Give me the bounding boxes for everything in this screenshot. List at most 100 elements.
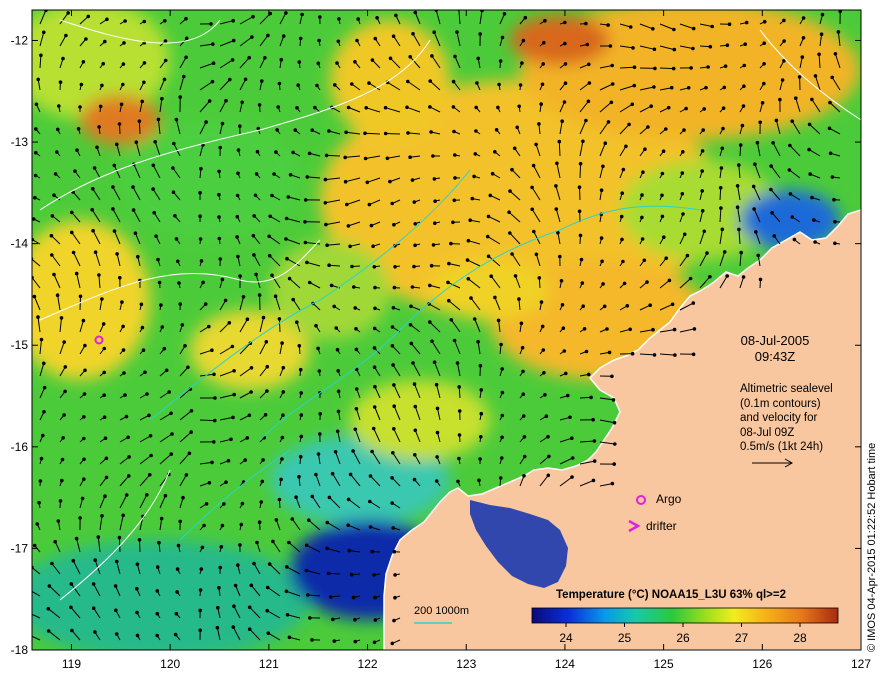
velocity-arrowhead <box>390 641 395 646</box>
velocity-arrowhead <box>507 210 511 214</box>
velocity-arrowhead <box>245 317 250 322</box>
velocity-arrowhead <box>178 302 183 306</box>
velocity-arrowhead <box>218 257 223 261</box>
velocity-arrowhead <box>373 384 377 389</box>
velocity-arrowhead <box>257 293 262 297</box>
velocity-arrowhead <box>391 34 396 39</box>
velocity-arrowhead <box>135 633 140 638</box>
velocity-arrowhead <box>93 250 98 254</box>
velocity-arrowhead <box>453 54 457 59</box>
velocity-arrowhead <box>570 475 574 479</box>
velocity-arrowhead <box>599 188 604 192</box>
velocity-arrowhead <box>178 519 182 524</box>
velocity-arrowhead <box>512 146 517 151</box>
velocity-arrowhead <box>313 105 317 110</box>
velocity-arrowhead <box>719 166 724 170</box>
colorbar-tick-label: 27 <box>735 631 749 645</box>
velocity-arrowhead <box>353 617 357 622</box>
velocity-arrowhead <box>26 611 29 614</box>
velocity-arrowhead <box>737 163 741 167</box>
velocity-arrowhead <box>479 435 483 439</box>
velocity-arrowhead <box>272 172 276 176</box>
x-tick-label: 126 <box>752 657 772 671</box>
velocity-arrowhead <box>71 250 76 255</box>
velocity-arrowhead <box>449 241 453 246</box>
velocity-arrowhead <box>336 409 341 414</box>
velocity-arrowhead <box>554 207 559 211</box>
velocity-arrowhead <box>810 97 814 102</box>
velocity-arrowhead <box>91 228 95 233</box>
velocity-arrowhead <box>606 120 611 124</box>
velocity-arrowhead <box>560 303 565 307</box>
velocity-arrowhead <box>131 208 136 212</box>
velocity-arrowhead <box>249 583 254 588</box>
velocity-arrowhead <box>556 230 560 235</box>
velocity-arrowhead <box>520 61 524 65</box>
velocity-arrowhead <box>297 344 302 348</box>
velocity-arrowhead <box>760 101 765 105</box>
velocity-arrowhead <box>664 127 668 131</box>
velocity-arrowhead <box>163 58 168 63</box>
velocity-arrowhead <box>706 65 710 69</box>
velocity-arrowhead <box>172 141 176 146</box>
velocity-arrowhead <box>560 119 565 123</box>
velocity-arrowhead <box>433 221 437 225</box>
velocity-arrowhead <box>71 558 76 563</box>
velocity-arrowhead <box>640 215 644 220</box>
velocity-arrowhead <box>256 126 261 131</box>
velocity-arrowhead <box>198 214 202 218</box>
velocity-arrowhead <box>247 413 252 418</box>
velocity-arrowhead <box>720 227 725 232</box>
velocity-arrowhead <box>801 36 806 40</box>
velocity-arrowhead <box>541 348 546 352</box>
velocity-arrowhead <box>631 46 635 50</box>
velocity-arrowhead <box>500 367 505 371</box>
velocity-arrowhead <box>375 16 379 20</box>
velocity-arrowhead <box>39 456 44 461</box>
velocity-arrowhead <box>452 198 457 203</box>
velocity-arrowhead <box>218 565 222 570</box>
velocity-arrowhead <box>738 143 743 147</box>
velocity-arrowhead <box>298 36 303 41</box>
velocity-arrowhead <box>275 128 280 132</box>
velocity-arrowhead <box>534 142 538 147</box>
velocity-arrowhead <box>78 516 82 520</box>
velocity-arrowhead <box>393 573 397 577</box>
velocity-arrowhead <box>830 175 835 179</box>
velocity-arrowhead <box>725 43 730 48</box>
velocity-arrowhead <box>351 595 356 600</box>
velocity-arrowhead <box>521 392 526 397</box>
velocity-arrowhead <box>102 415 107 420</box>
velocity-arrowhead <box>236 254 240 259</box>
velocity-arrowhead <box>589 395 593 400</box>
velocity-arrowhead <box>332 639 337 643</box>
velocity-arrowhead <box>232 604 236 609</box>
velocity-arrowhead <box>83 343 87 348</box>
velocity-arrowhead <box>521 414 526 418</box>
velocity-arrowhead <box>832 197 836 202</box>
velocity-arrowhead <box>157 540 161 545</box>
velocity-arrowhead <box>356 17 361 21</box>
velocity-arrowhead <box>537 276 542 280</box>
velocity-arrowhead <box>121 348 126 352</box>
velocity-arrowhead <box>34 150 38 155</box>
velocity-arrowhead <box>299 434 304 439</box>
velocity-arrowhead <box>762 19 767 24</box>
velocity-arrowhead <box>236 171 240 176</box>
velocity-arrowhead <box>478 457 482 461</box>
velocity-arrowhead <box>329 283 334 288</box>
velocity-arrowhead <box>49 233 54 238</box>
velocity-arrowhead <box>762 62 766 66</box>
velocity-arrowhead <box>621 167 626 172</box>
velocity-arrowhead <box>157 280 162 285</box>
velocity-arrowhead <box>334 326 339 330</box>
velocity-arrowhead <box>209 22 213 26</box>
velocity-arrowhead <box>137 119 142 123</box>
velocity-arrowhead <box>50 214 55 218</box>
velocity-arrowhead <box>685 253 690 258</box>
velocity-arrowhead <box>537 122 541 126</box>
velocity-arrowhead <box>63 389 67 394</box>
velocity-arrow <box>385 133 401 135</box>
velocity-arrowhead <box>546 473 551 478</box>
velocity-arrowhead <box>299 413 304 417</box>
